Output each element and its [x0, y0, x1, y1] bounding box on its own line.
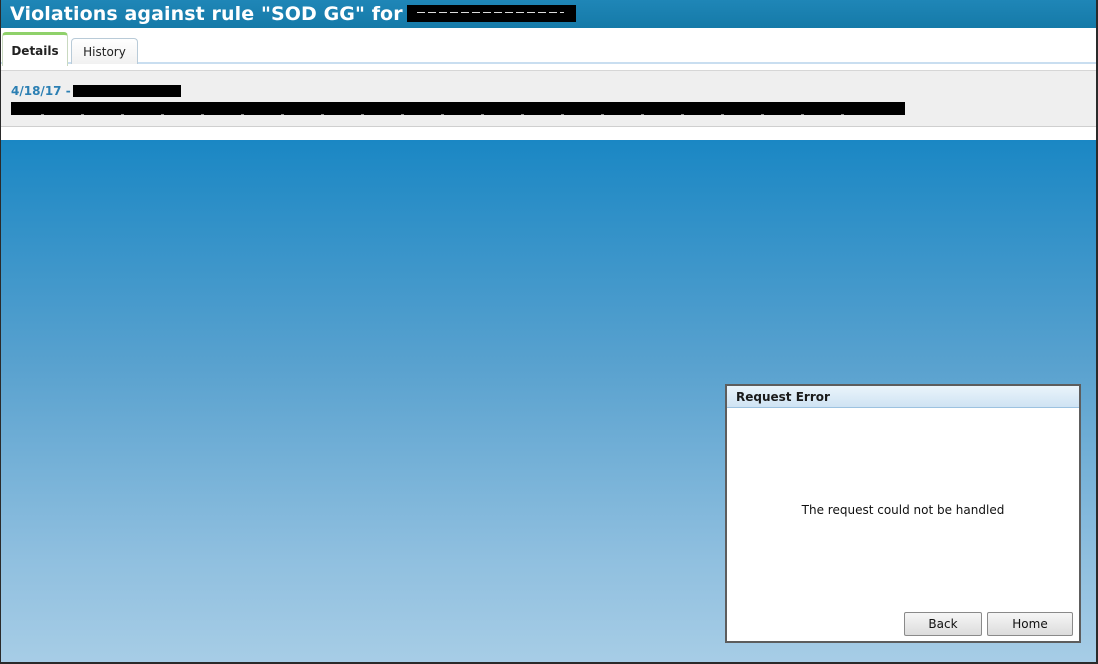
request-error-dialog: Request Error The request could not be h…	[725, 384, 1081, 643]
page-title: Violations against rule "SOD GG" for	[10, 3, 576, 25]
violations-window: Violations against rule "SOD GG" for Det…	[0, 0, 1098, 664]
redacted-identity	[406, 5, 576, 22]
back-button[interactable]: Back	[904, 612, 982, 636]
home-button[interactable]: Home	[987, 612, 1073, 636]
violation-entry-header: 4/18/17 -	[11, 84, 181, 98]
tab-details[interactable]: Details	[2, 32, 68, 66]
tab-bar: Details History	[1, 28, 1096, 66]
dialog-title: Request Error	[727, 386, 1079, 408]
violation-date[interactable]: 4/18/17 -	[11, 84, 71, 98]
page-title-text: Violations against rule "SOD GG" for	[10, 3, 403, 25]
details-panel: 4/18/17 -	[1, 70, 1096, 127]
redacted-description	[11, 102, 905, 115]
tab-history[interactable]: History	[71, 38, 138, 64]
title-bar: Violations against rule "SOD GG" for	[1, 0, 1096, 28]
error-message: The request could not be handled	[801, 503, 1005, 517]
redacted-identity	[72, 85, 181, 97]
